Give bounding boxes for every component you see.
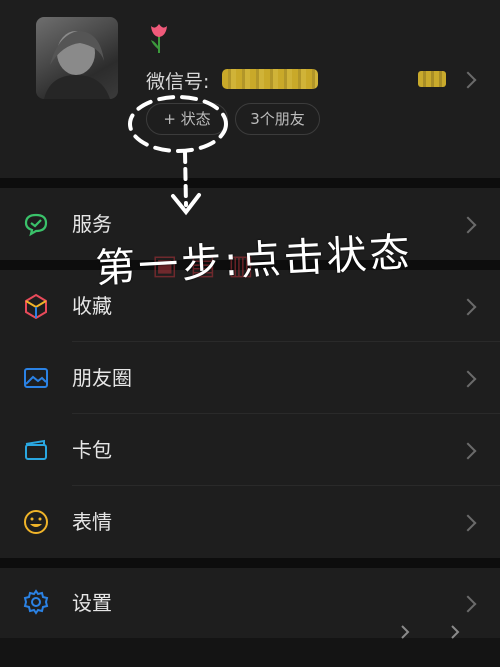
gear-icon — [23, 589, 49, 615]
chevron-right-icon — [459, 514, 477, 532]
bottom-area — [0, 638, 500, 667]
menu-item-settings[interactable]: 设置 — [0, 568, 500, 638]
menu-item-label: 表情 — [72, 510, 112, 534]
sticker-icon — [24, 510, 48, 534]
chevron-right-icon[interactable] — [459, 71, 477, 89]
menu-item-cards[interactable]: 卡包 — [0, 414, 500, 486]
wechat-id-label: 微信号: — [146, 71, 210, 93]
profile-header[interactable]: 微信号: + 状态 3个朋友 — [0, 0, 500, 178]
section-gap — [0, 178, 500, 188]
tulip-emoji-icon — [151, 24, 167, 53]
wechat-id-value-redacted — [222, 69, 318, 89]
chevron-right-icon — [459, 298, 477, 316]
menu-item-label: 卡包 — [72, 438, 112, 462]
menu-item-stickers[interactable]: 表情 — [0, 486, 500, 558]
menu-item-label: 朋友圈 — [72, 366, 132, 390]
chevron-right-icon — [459, 442, 477, 460]
services-icon — [24, 213, 48, 237]
moments-icon — [24, 368, 48, 388]
qr-code-icon[interactable] — [418, 71, 446, 87]
card-icon — [25, 439, 47, 460]
favorites-icon — [25, 293, 47, 320]
friends-button[interactable]: 3个朋友 — [235, 103, 320, 135]
avatar[interactable] — [36, 17, 118, 99]
menu-item-label: 设置 — [72, 591, 112, 615]
status-button[interactable]: + 状态 — [146, 103, 228, 135]
chevron-right-icon — [459, 370, 477, 388]
chevron-right-icon — [459, 595, 477, 613]
menu-item-moments[interactable]: 朋友圈 — [0, 342, 500, 414]
chevron-right-icon — [459, 216, 477, 234]
section-gap — [0, 558, 500, 568]
